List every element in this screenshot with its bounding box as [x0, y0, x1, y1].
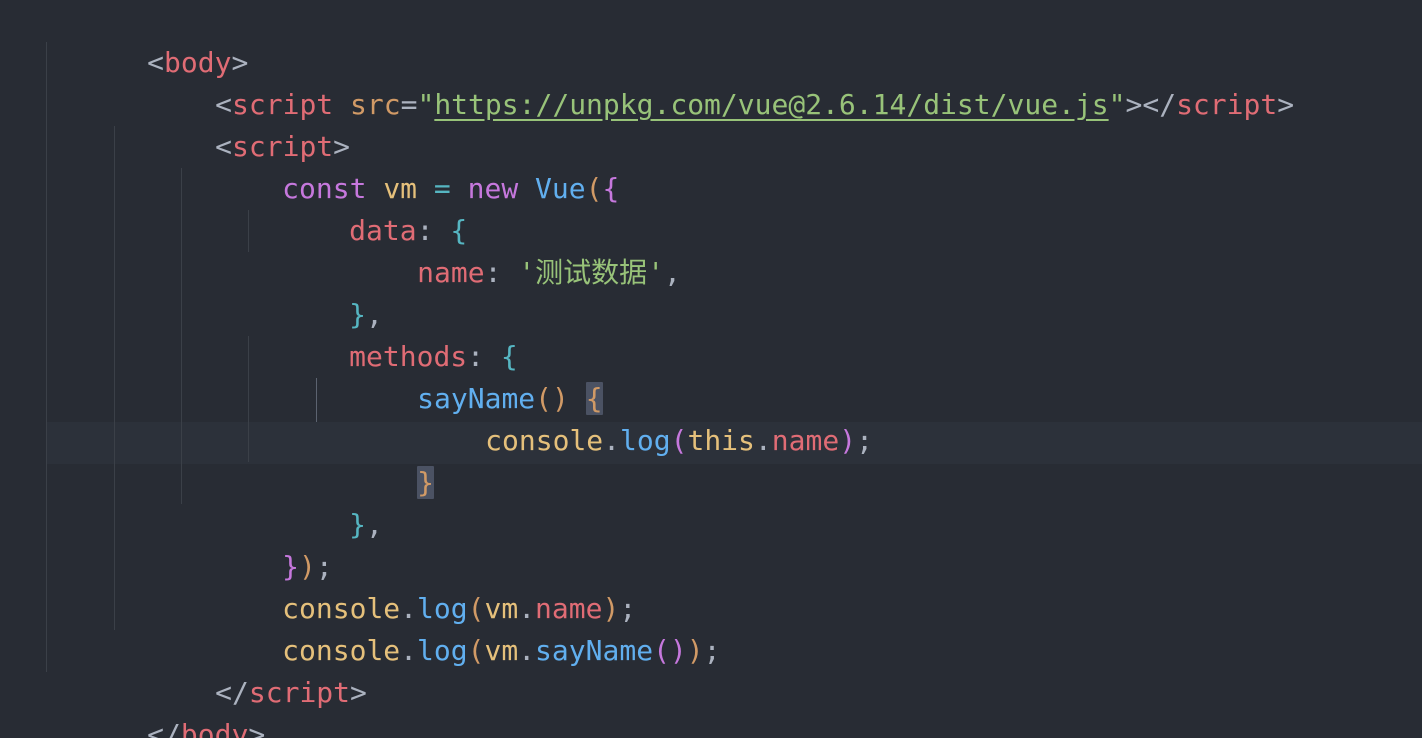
token: body: [180, 718, 249, 738]
code-line[interactable]: console.log(vm.sayName());: [0, 588, 1422, 667]
code-line[interactable]: <script>: [0, 84, 1422, 163]
code-line[interactable]: console.log(vm.name);: [0, 546, 1422, 625]
code-editor[interactable]: <body> <script src="https://unpkg.com/vu…: [0, 0, 1422, 738]
token: </: [147, 718, 181, 738]
code-line[interactable]: },: [0, 252, 1422, 331]
code-line[interactable]: });: [0, 504, 1422, 583]
code-line[interactable]: const vm = new Vue({: [0, 126, 1422, 205]
code-line[interactable]: name: '测试数据',: [0, 210, 1422, 289]
code-line[interactable]: data: {: [0, 168, 1422, 247]
token: >: [248, 718, 266, 738]
code-line[interactable]: <body>: [0, 0, 1422, 79]
code-line[interactable]: </body>: [0, 672, 1422, 738]
code-line[interactable]: </script>: [0, 630, 1422, 709]
code-line[interactable]: methods: {: [0, 294, 1422, 373]
code-line[interactable]: <script src="https://unpkg.com/vue@2.6.1…: [0, 42, 1422, 121]
code-line[interactable]: },: [0, 462, 1422, 541]
code-line[interactable]: sayName() {: [0, 336, 1422, 415]
code-line[interactable]: console.log(this.name);: [0, 378, 1422, 457]
code-line-current[interactable]: }: [0, 420, 1422, 499]
